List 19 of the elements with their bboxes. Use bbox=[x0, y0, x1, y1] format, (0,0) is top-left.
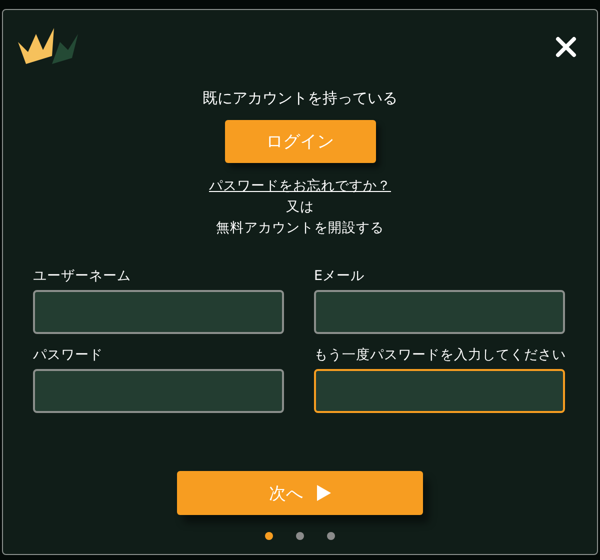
input-field[interactable] bbox=[33, 290, 284, 334]
play-icon bbox=[317, 485, 331, 501]
forgot-password-link[interactable]: パスワードをお忘れですか？ bbox=[209, 177, 391, 195]
close-icon[interactable] bbox=[555, 36, 577, 58]
field-label: パスワード bbox=[33, 346, 104, 364]
next-button[interactable]: 次へ bbox=[177, 471, 423, 515]
input-field[interactable] bbox=[33, 369, 284, 413]
input-field[interactable] bbox=[314, 369, 565, 413]
step-dot[interactable] bbox=[327, 532, 335, 540]
login-button[interactable]: ログイン bbox=[224, 120, 376, 163]
step-dot[interactable] bbox=[296, 532, 304, 540]
or-text: 又は bbox=[286, 198, 314, 216]
signup-text: 無料アカウントを開設する bbox=[216, 219, 384, 237]
heading-text: 既にアカウントを持っている bbox=[202, 89, 398, 108]
step-dot[interactable] bbox=[265, 532, 273, 540]
input-field[interactable] bbox=[314, 290, 565, 334]
field-label: もう一度パスワードを入力してください bbox=[314, 346, 565, 364]
field-label: ユーザーネーム bbox=[33, 267, 132, 285]
field-label: Eメール bbox=[314, 267, 366, 285]
